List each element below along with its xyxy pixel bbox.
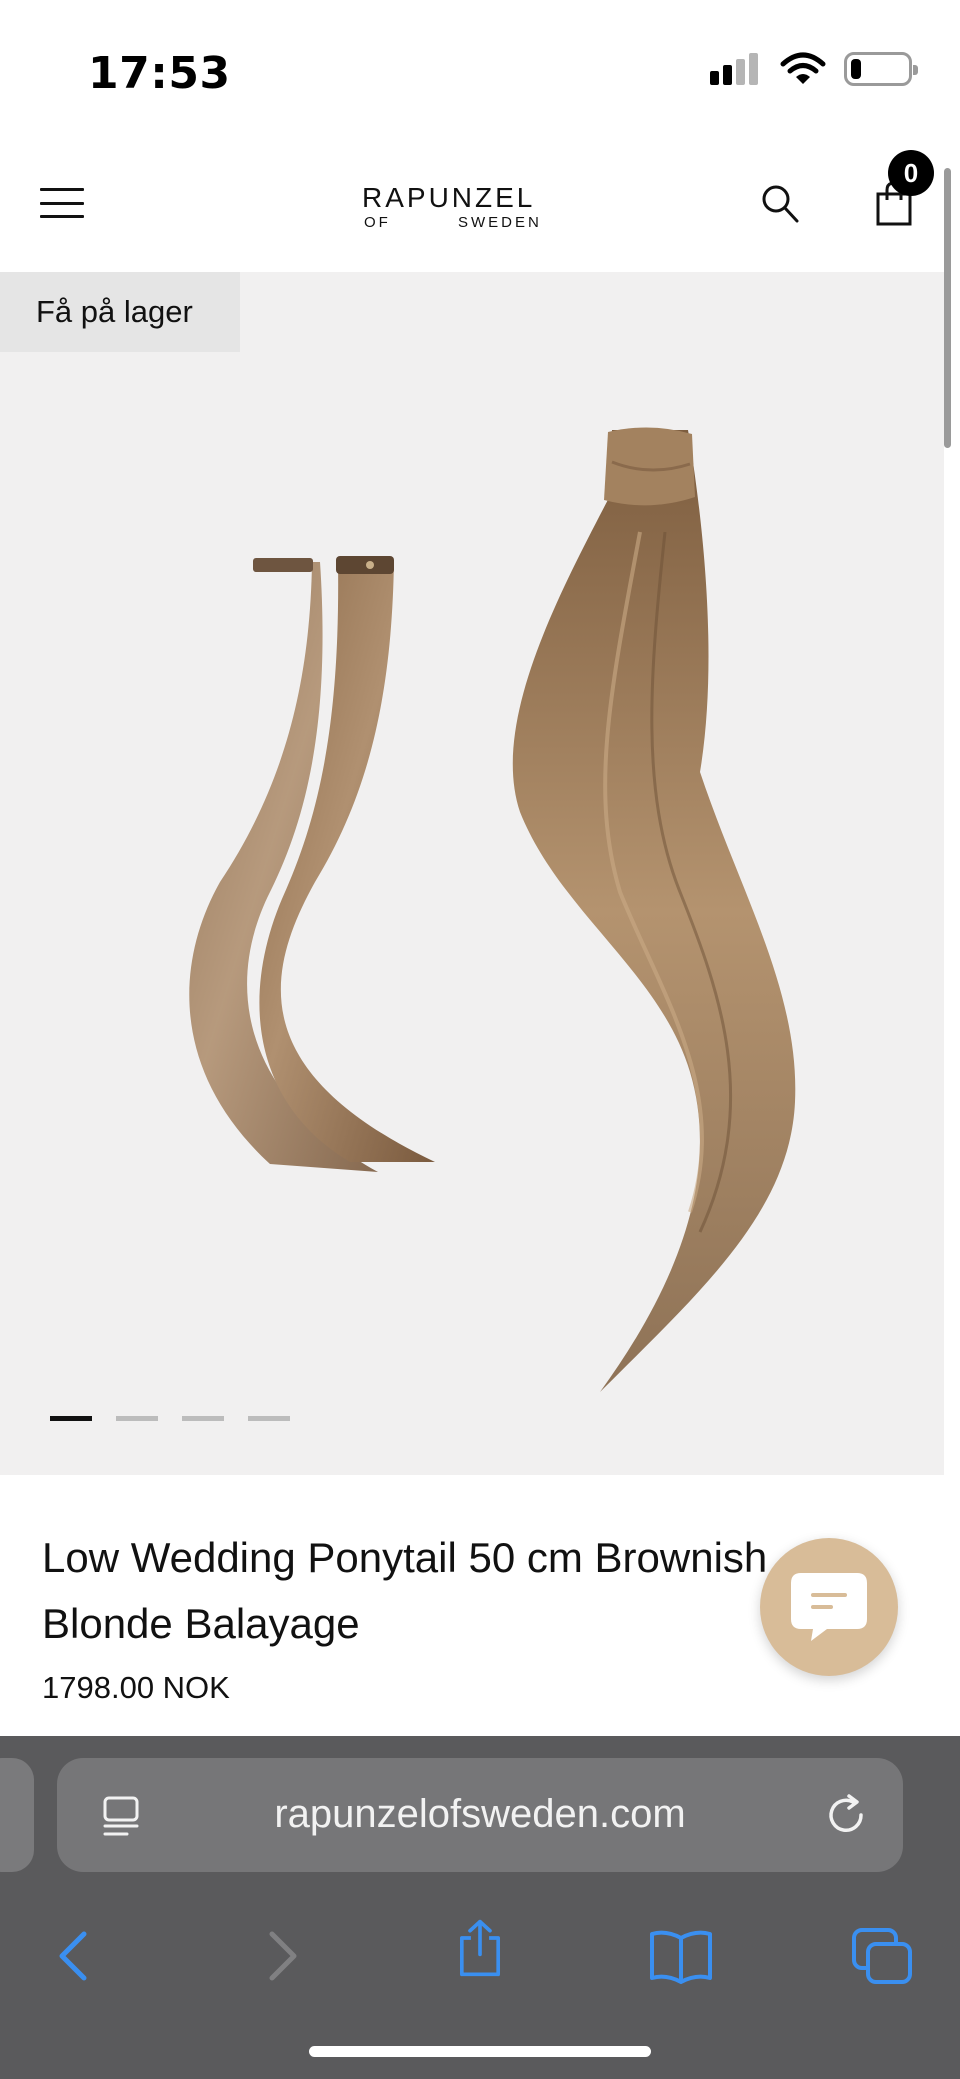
share-icon[interactable] — [450, 1918, 510, 1978]
status-time: 17:53 — [88, 48, 231, 99]
stock-status-badge: Få på lager — [0, 272, 240, 352]
cart-count-badge: 0 — [888, 150, 934, 196]
battery-icon — [844, 52, 918, 86]
brand-logo[interactable]: RAPUNZEL OF SWEDEN — [362, 182, 552, 232]
menu-button[interactable] — [40, 188, 84, 218]
previous-tab-preview[interactable] — [0, 1758, 34, 1872]
gallery-pagination[interactable] — [50, 1416, 290, 1421]
gallery-dot-4[interactable] — [248, 1416, 290, 1421]
chat-bubble-icon — [791, 1573, 867, 1641]
product-price: 1798.00 NOK — [42, 1670, 230, 1705]
logo-of: OF — [364, 214, 391, 231]
status-bar: 17:53 — [0, 0, 960, 130]
reload-icon[interactable] — [823, 1792, 869, 1838]
browser-bottom-toolbar — [0, 1896, 960, 2016]
url-text: rapunzelofsweden.com — [274, 1792, 686, 1836]
gallery-dot-2[interactable] — [116, 1416, 158, 1421]
menu-icon — [40, 188, 84, 191]
product-gallery[interactable]: Få på lager — [0, 272, 944, 1475]
product-title: Low Wedding Ponytail 50 cm Brownish Blon… — [42, 1534, 768, 1647]
wifi-icon — [780, 52, 826, 84]
address-bar[interactable]: rapunzelofsweden.com — [57, 1758, 903, 1872]
search-icon — [762, 185, 799, 223]
home-indicator[interactable] — [309, 2046, 651, 2057]
chat-button[interactable] — [760, 1538, 898, 1676]
logo-sweden: SWEDEN — [458, 214, 542, 231]
back-icon[interactable] — [44, 1926, 104, 1986]
forward-icon[interactable] — [252, 1926, 312, 1986]
status-icons — [710, 52, 918, 86]
page-scrollbar[interactable] — [944, 168, 951, 448]
logo-wordmark: RAPUNZEL — [362, 182, 536, 213]
site-header: RAPUNZEL OF SWEDEN 0 — [0, 130, 960, 270]
search-button[interactable] — [760, 182, 800, 226]
tabs-icon[interactable] — [850, 1926, 916, 1986]
signal-icon — [710, 53, 762, 85]
gallery-dot-3[interactable] — [182, 1416, 224, 1421]
gallery-dot-1[interactable] — [50, 1416, 92, 1421]
product-image — [189, 427, 796, 1392]
browser-toolbar-area: rapunzelofsweden.com — [0, 1736, 960, 2079]
bookmarks-icon[interactable] — [648, 1926, 714, 1986]
